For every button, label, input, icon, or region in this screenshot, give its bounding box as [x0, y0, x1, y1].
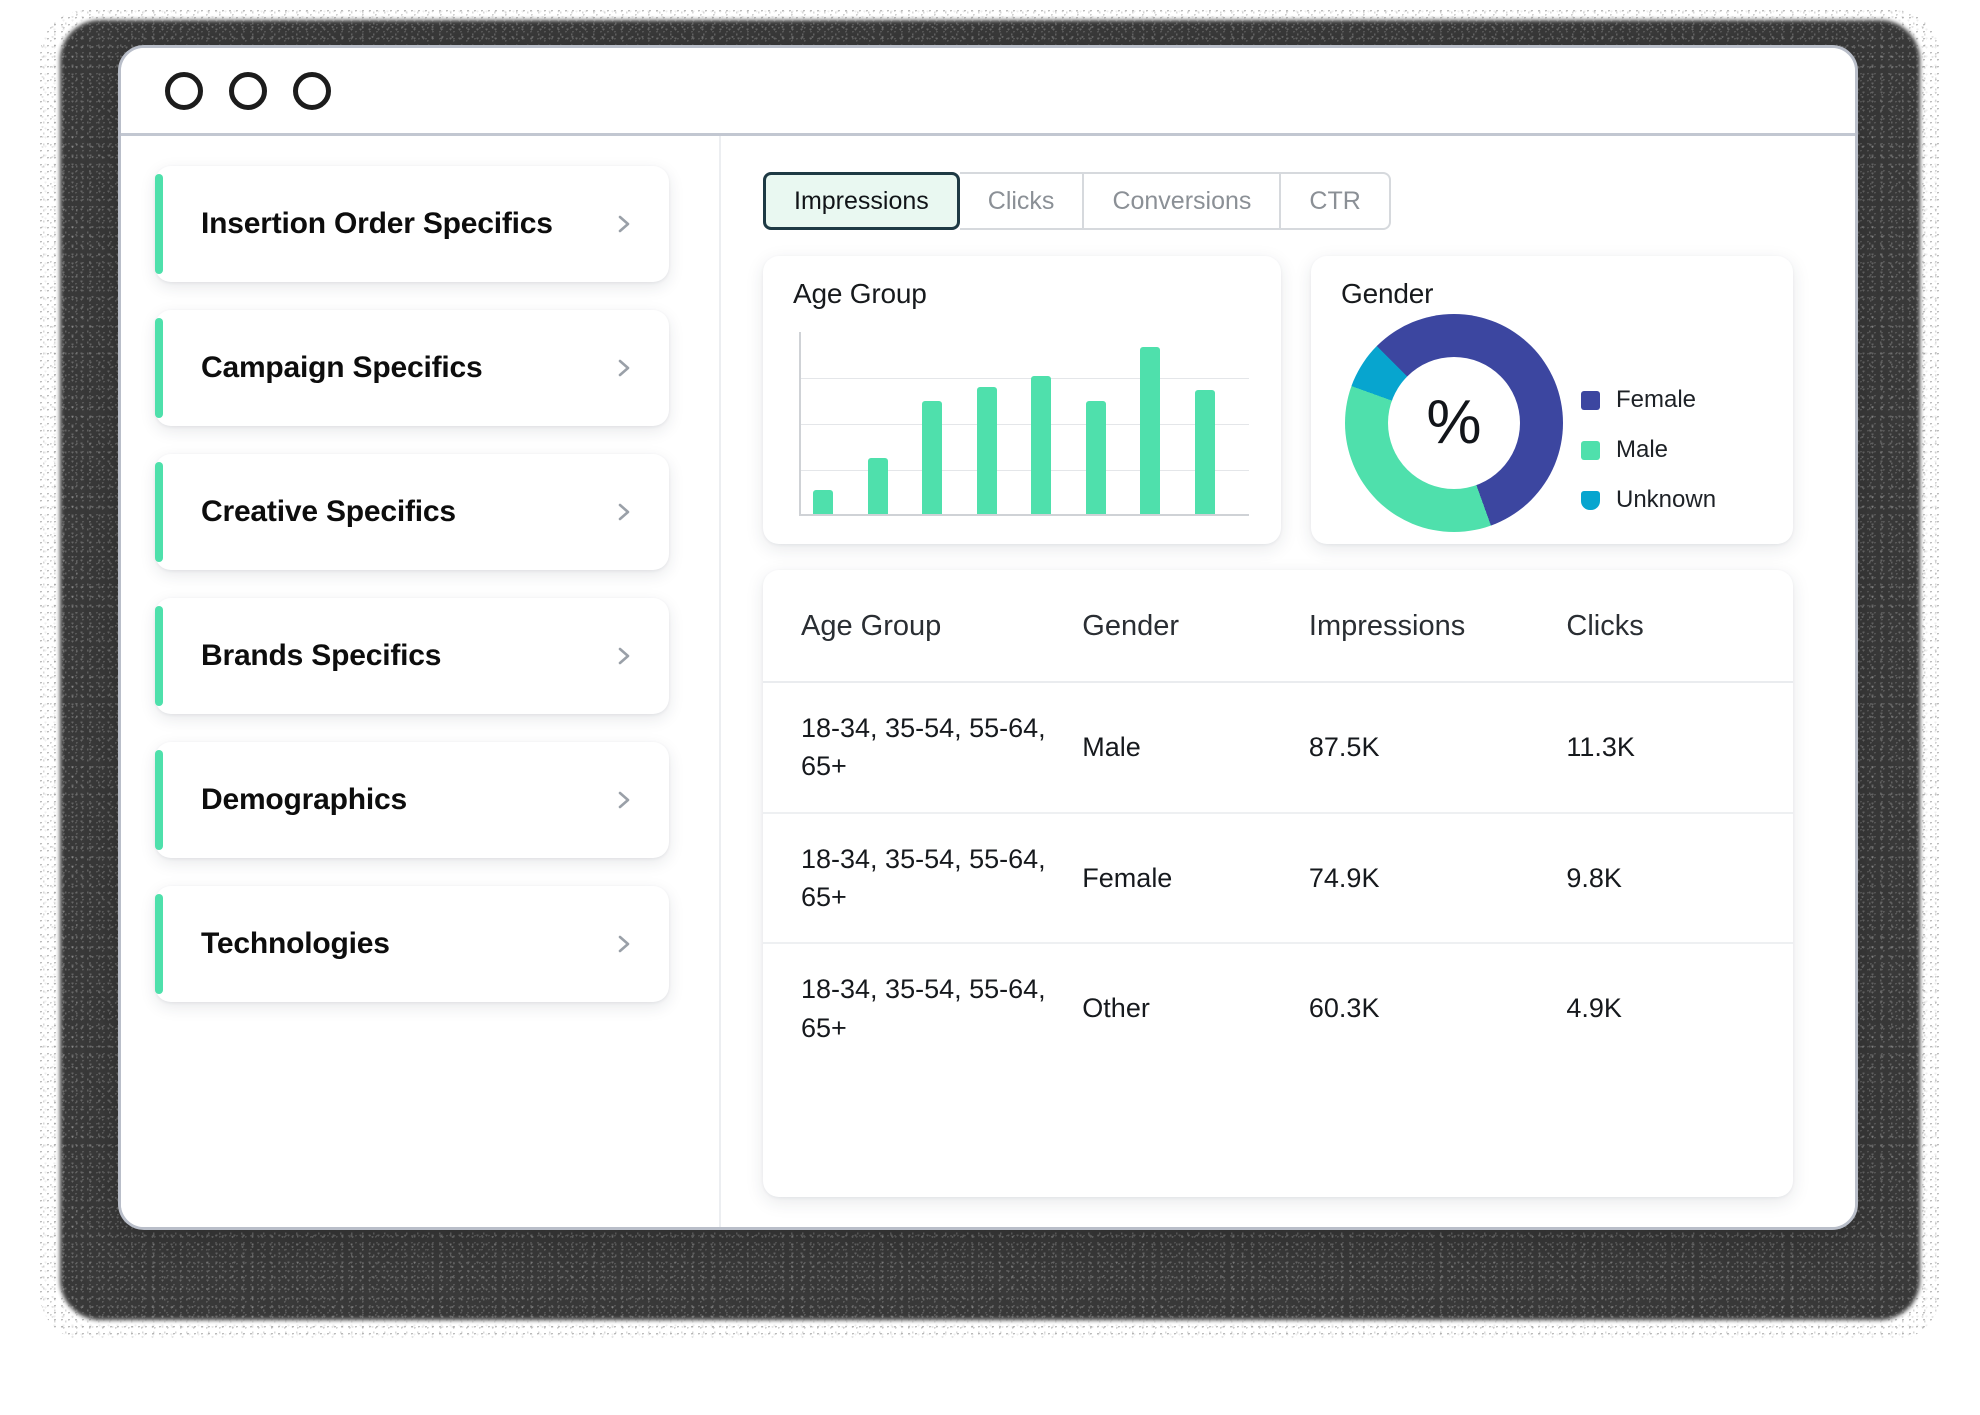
sidebar-item-label: Technologies — [201, 927, 390, 960]
sidebar-item-label: Brands Specifics — [201, 639, 442, 672]
cell-gender: Other — [1082, 993, 1150, 1024]
table-row[interactable]: 18-34, 35-54, 55-64, 65+ Female 74.9K 9.… — [763, 812, 1793, 945]
cell-clicks: 9.8K — [1566, 812, 1793, 945]
column-header-impressions[interactable]: Impressions — [1308, 570, 1567, 683]
legend-item-female: Female — [1581, 386, 1716, 414]
cell-clicks: 11.3K — [1566, 682, 1793, 814]
cell-impressions: 74.9K — [1308, 812, 1567, 945]
sidebar-item-campaign-specifics[interactable]: Campaign Specifics — [155, 310, 669, 426]
column-header-clicks[interactable]: Clicks — [1566, 570, 1793, 683]
chevron-right-icon — [611, 932, 635, 956]
cell-impressions: 87.5K — [1308, 682, 1567, 814]
tab-conversions[interactable]: Conversions — [1084, 172, 1282, 230]
cell-gender: Male — [1082, 682, 1309, 814]
legend-label: Female — [1616, 386, 1697, 413]
chevron-right-icon — [611, 500, 635, 524]
chevron-right-icon — [611, 788, 635, 812]
window-minimize-dot[interactable] — [229, 71, 267, 110]
sidebar-item-brands-specifics[interactable]: Brands Specifics — [155, 598, 669, 714]
sidebar-item-label: Demographics — [201, 783, 407, 816]
cell-age-group: 18-34, 35-54, 55-64, 65+ — [763, 682, 1083, 814]
cell-age-group: 18-34, 35-54, 55-64, 65+ — [801, 974, 1046, 1043]
legend-label: Unknown — [1616, 486, 1717, 513]
legend-item-male: Male — [1581, 436, 1716, 464]
cell-age-group: 18-34, 35-54, 55-64, 65+ — [763, 812, 1083, 945]
main-panel: Impressions Clicks Conversions CTR Age G… — [721, 136, 1855, 1227]
bar — [1085, 401, 1106, 514]
sidebar-item-technologies[interactable]: Technologies — [155, 886, 669, 1002]
donut-center: % — [1388, 357, 1520, 489]
sidebar-item-label: Insertion Order Specifics — [201, 207, 553, 240]
gender-legend: Female Male Unknown — [1581, 332, 1716, 514]
cell-impressions: 60.3K — [1308, 993, 1380, 1024]
browser-window: Insertion Order Specifics Campaign Speci… — [118, 45, 1858, 1230]
sidebar-item-label: Campaign Specifics — [201, 351, 483, 384]
bar — [976, 386, 997, 514]
gender-donut-area: % Female Male Unknown — [1341, 314, 1767, 532]
demographics-table: Age Group Gender Impressions Clicks 18-3… — [763, 570, 1793, 1073]
table-head: Age Group Gender Impressions Clicks — [763, 570, 1793, 683]
bar — [1140, 346, 1161, 514]
sidebar: Insertion Order Specifics Campaign Speci… — [121, 136, 721, 1227]
age-group-chart-title: Age Group — [793, 278, 927, 309]
window-maximize-dot[interactable] — [293, 71, 331, 110]
bar — [1194, 390, 1215, 514]
legend-swatch-unknown — [1581, 490, 1600, 510]
y-axis — [799, 332, 801, 516]
demographics-table-card: Age Group Gender Impressions Clicks 18-3… — [763, 570, 1793, 1197]
charts-row: Age Group Gender % Female Male Unknown — [763, 256, 1793, 544]
legend-swatch-male — [1581, 440, 1600, 460]
cell-gender: Female — [1082, 812, 1309, 945]
column-header-age-group[interactable]: Age Group — [763, 570, 1083, 683]
table-body: 18-34, 35-54, 55-64, 65+ Male 87.5K 11.3… — [763, 682, 1793, 1073]
sidebar-item-creative-specifics[interactable]: Creative Specifics — [155, 454, 669, 570]
bar — [922, 401, 943, 514]
sidebar-item-demographics[interactable]: Demographics — [155, 742, 669, 858]
legend-swatch-female — [1581, 390, 1600, 410]
age-group-chart-card: Age Group — [763, 256, 1281, 544]
bar — [1031, 375, 1052, 514]
gender-chart-card: Gender % Female Male Unknown — [1311, 256, 1793, 544]
legend-item-unknown: Unknown — [1581, 486, 1716, 514]
sidebar-item-label: Creative Specifics — [201, 495, 456, 528]
bar — [867, 457, 888, 514]
table-header-row: Age Group Gender Impressions Clicks — [763, 570, 1793, 683]
donut-center-label: % — [1426, 388, 1482, 457]
chevron-right-icon — [611, 644, 635, 668]
tab-clicks[interactable]: Clicks — [959, 172, 1085, 230]
table-row[interactable]: 18-34, 35-54, 55-64, 65+ Other 60.3K 4.9… — [763, 943, 1793, 1073]
cell-clicks: 4.9K — [1566, 993, 1622, 1024]
window-titlebar — [121, 48, 1855, 136]
sidebar-item-insertion-order-specifics[interactable]: Insertion Order Specifics — [155, 166, 669, 282]
column-header-gender[interactable]: Gender — [1082, 570, 1309, 683]
legend-label: Male — [1616, 436, 1669, 463]
chevron-right-icon — [611, 212, 635, 236]
metric-tabs: Impressions Clicks Conversions CTR — [763, 172, 1391, 230]
window-body: Insertion Order Specifics Campaign Speci… — [121, 136, 1855, 1227]
bar — [813, 490, 833, 514]
bar-series — [813, 332, 1215, 514]
chevron-right-icon — [611, 356, 635, 380]
gender-donut-chart: % — [1345, 314, 1563, 532]
tab-ctr[interactable]: CTR — [1281, 172, 1391, 230]
window-close-dot[interactable] — [165, 71, 203, 110]
bar-plot-area — [799, 332, 1249, 516]
x-axis — [799, 514, 1249, 516]
table-row[interactable]: 18-34, 35-54, 55-64, 65+ Male 87.5K 11.3… — [763, 682, 1793, 814]
tab-impressions[interactable]: Impressions — [763, 172, 960, 230]
gender-chart-title: Gender — [1341, 278, 1434, 309]
age-group-bar-chart — [793, 324, 1255, 526]
screenshot-stage: Insertion Order Specifics Campaign Speci… — [0, 0, 1980, 1415]
